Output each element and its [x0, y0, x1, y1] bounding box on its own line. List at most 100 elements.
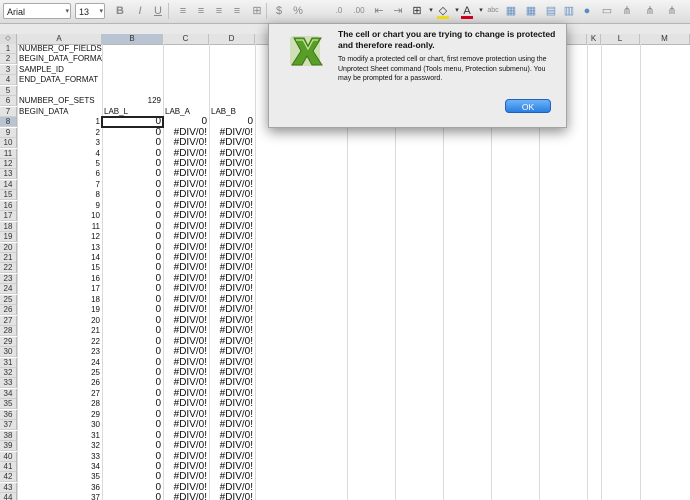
cell-b36[interactable]: 0 — [102, 410, 163, 420]
cell-d3[interactable] — [209, 65, 255, 75]
cell-a25[interactable]: 18 — [17, 295, 102, 305]
cell-c15[interactable]: #DIV/0! — [163, 190, 209, 200]
fill-color-icon[interactable]: ◇ — [436, 4, 450, 19]
cell-c34[interactable]: #DIV/0! — [163, 389, 209, 399]
cell-a26[interactable]: 19 — [17, 305, 102, 315]
row-header[interactable]: 15 — [0, 190, 17, 201]
column-header-c[interactable]: C — [163, 34, 209, 44]
row-header[interactable]: 39 — [0, 441, 17, 452]
cell-c20[interactable]: #DIV/0! — [163, 243, 209, 253]
cell-a27[interactable]: 20 — [17, 316, 102, 326]
cell-b26[interactable]: 0 — [102, 305, 163, 315]
column-header-d[interactable]: D — [209, 34, 255, 44]
cell-a3[interactable]: SAMPLE_ID — [17, 65, 102, 75]
underline-button[interactable]: U — [151, 4, 165, 18]
cell-a9[interactable]: 2 — [17, 128, 102, 138]
column-header-b[interactable]: B — [102, 34, 163, 44]
cell-a7[interactable]: BEGIN_DATA — [17, 107, 102, 117]
row-header[interactable]: 22 — [0, 263, 17, 274]
row-header[interactable]: 44 — [0, 493, 17, 500]
row-header[interactable]: 6 — [0, 96, 17, 107]
cell-a29[interactable]: 22 — [17, 337, 102, 347]
cell-a10[interactable]: 3 — [17, 138, 102, 148]
cell-b38[interactable]: 0 — [102, 431, 163, 441]
cell-b13[interactable]: 0 — [102, 169, 163, 179]
cell-c36[interactable]: #DIV/0! — [163, 410, 209, 420]
cell-d29[interactable]: #DIV/0! — [209, 337, 255, 347]
cell-c2[interactable] — [163, 54, 209, 64]
table-icon[interactable]: ▦ — [504, 4, 518, 18]
row-header[interactable]: 19 — [0, 232, 17, 243]
cell-c41[interactable]: #DIV/0! — [163, 462, 209, 472]
cell-d40[interactable]: #DIV/0! — [209, 452, 255, 462]
cell-d44[interactable]: #DIV/0! — [209, 493, 255, 500]
cell-d4[interactable] — [209, 75, 255, 85]
row-header[interactable]: 16 — [0, 200, 17, 211]
cell-d25[interactable]: #DIV/0! — [209, 295, 255, 305]
row-header[interactable]: 10 — [0, 138, 17, 149]
increase-decimal-icon[interactable]: .0 — [332, 4, 346, 18]
cell-b39[interactable]: 0 — [102, 441, 163, 451]
cell-a8[interactable]: 1 — [17, 117, 102, 127]
cell-a30[interactable]: 23 — [17, 347, 102, 357]
cell-a21[interactable]: 14 — [17, 253, 102, 263]
cell-c22[interactable]: #DIV/0! — [163, 263, 209, 273]
cell-c30[interactable]: #DIV/0! — [163, 347, 209, 357]
cell-d14[interactable]: #DIV/0! — [209, 180, 255, 190]
cell-a4[interactable]: END_DATA_FORMAT — [17, 75, 102, 85]
cell-d37[interactable]: #DIV/0! — [209, 420, 255, 430]
cell-b29[interactable]: 0 — [102, 337, 163, 347]
cell-a24[interactable]: 17 — [17, 284, 102, 294]
cell-c35[interactable]: #DIV/0! — [163, 399, 209, 409]
cell-d15[interactable]: #DIV/0! — [209, 190, 255, 200]
cell-b37[interactable]: 0 — [102, 420, 163, 430]
row-header[interactable]: 12 — [0, 158, 17, 169]
cell-b6[interactable]: 129 — [102, 96, 163, 106]
cell-b27[interactable]: 0 — [102, 316, 163, 326]
cell-a5[interactable] — [17, 86, 102, 96]
cell-b23[interactable]: 0 — [102, 274, 163, 284]
connector-icon[interactable]: ⋔ — [620, 4, 634, 18]
cell-d18[interactable]: #DIV/0! — [209, 222, 255, 232]
decrease-indent-icon[interactable]: ⇤ — [372, 4, 386, 18]
font-name-select[interactable]: Arial ▾ — [3, 3, 71, 19]
cell-a20[interactable]: 13 — [17, 243, 102, 253]
cell-d13[interactable]: #DIV/0! — [209, 169, 255, 179]
row-header[interactable]: 3 — [0, 64, 17, 75]
cell-b21[interactable]: 0 — [102, 253, 163, 263]
cell-a13[interactable]: 6 — [17, 169, 102, 179]
cell-d11[interactable]: #DIV/0! — [209, 149, 255, 159]
chart-icon[interactable]: ▥ — [562, 4, 576, 18]
cell-d21[interactable]: #DIV/0! — [209, 253, 255, 263]
cell-b41[interactable]: 0 — [102, 462, 163, 472]
cell-a16[interactable]: 9 — [17, 201, 102, 211]
row-header[interactable]: 30 — [0, 347, 17, 358]
cell-a18[interactable]: 11 — [17, 222, 102, 232]
cell-a1[interactable]: NUMBER_OF_FIELDS — [17, 44, 102, 54]
cell-a40[interactable]: 33 — [17, 452, 102, 462]
column-header-m[interactable]: M — [640, 34, 690, 44]
cell-a6[interactable]: NUMBER_OF_SETS — [17, 96, 102, 106]
font-size-select[interactable]: 13 ▾ — [75, 3, 105, 19]
cell-c40[interactable]: #DIV/0! — [163, 452, 209, 462]
cell-c27[interactable]: #DIV/0! — [163, 316, 209, 326]
row-header[interactable]: 42 — [0, 472, 17, 483]
cell-b31[interactable]: 0 — [102, 358, 163, 368]
cell-b10[interactable]: 0 — [102, 138, 163, 148]
cell-c24[interactable]: #DIV/0! — [163, 284, 209, 294]
row-header[interactable]: 2 — [0, 54, 17, 65]
cell-b2[interactable] — [102, 54, 163, 64]
cell-a14[interactable]: 7 — [17, 180, 102, 190]
cell-d17[interactable]: #DIV/0! — [209, 211, 255, 221]
cell-a41[interactable]: 34 — [17, 462, 102, 472]
cell-a11[interactable]: 4 — [17, 149, 102, 159]
cell-c33[interactable]: #DIV/0! — [163, 378, 209, 388]
cell-d8[interactable]: 0 — [209, 117, 255, 127]
cell-d30[interactable]: #DIV/0! — [209, 347, 255, 357]
cell-c25[interactable]: #DIV/0! — [163, 295, 209, 305]
row-header[interactable]: 31 — [0, 357, 17, 368]
cell-c16[interactable]: #DIV/0! — [163, 201, 209, 211]
row-header[interactable]: 40 — [0, 451, 17, 462]
cell-b25[interactable]: 0 — [102, 295, 163, 305]
cell-a31[interactable]: 24 — [17, 358, 102, 368]
